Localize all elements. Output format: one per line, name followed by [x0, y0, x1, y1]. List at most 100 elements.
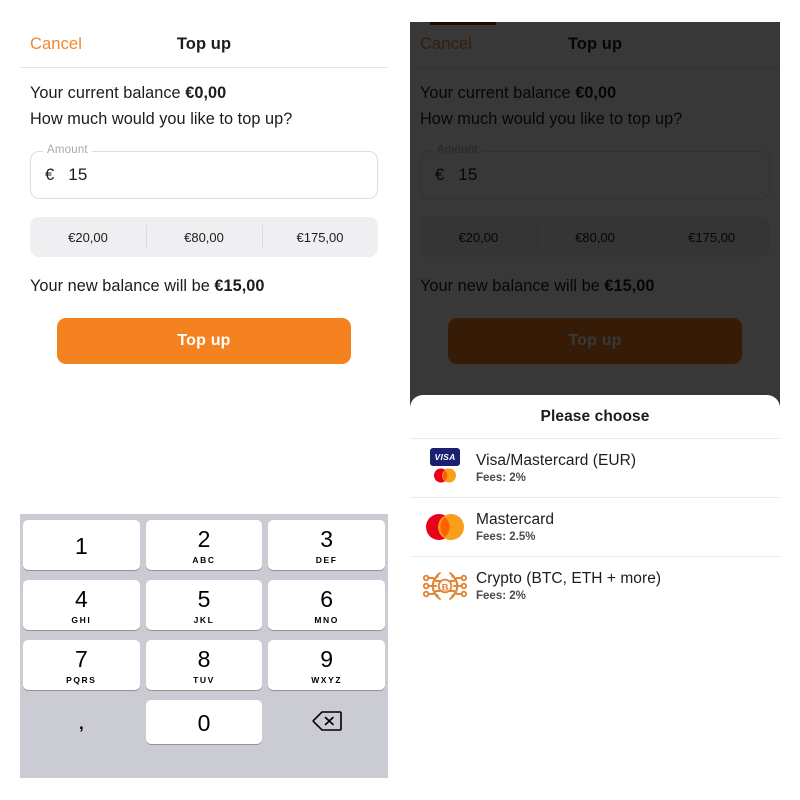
- screenshot-stage: Cancel Top up Your current balance €0,00…: [0, 0, 800, 800]
- key-letters: ABC: [192, 554, 216, 565]
- new-balance-label: Your new balance will be: [420, 277, 605, 295]
- payment-method-sheet: Please choose VISA Visa/Mastercard (EUR)…: [410, 395, 780, 778]
- payment-option-visa-mastercard[interactable]: VISA Visa/Mastercard (EUR) Fees: 2%: [410, 438, 780, 497]
- current-balance-label: Your current balance: [30, 84, 186, 102]
- quick-amount-option: €80,00: [536, 217, 654, 257]
- payment-option-mastercard[interactable]: Mastercard Fees: 2.5%: [410, 497, 780, 556]
- currency-symbol: €: [435, 165, 445, 184]
- topup-form: Your current balance €0,00 How much woul…: [20, 84, 388, 364]
- topup-screen-right-dimmed: Cancel Top up Your current balance €0,00…: [410, 22, 780, 778]
- amount-value: 15: [458, 165, 478, 184]
- quick-amount-option: €175,00: [653, 217, 770, 257]
- topup-prompt: How much would you like to top up?: [30, 110, 293, 128]
- keypad-row: 7 PQRS 8 TUV 9 WXYZ: [23, 640, 386, 690]
- quick-amount-group: €20,00 €80,00 €175,00: [420, 217, 770, 257]
- topup-screen-left: Cancel Top up Your current balance €0,00…: [20, 22, 388, 778]
- top-up-button: Top up: [448, 318, 742, 364]
- keypad-row: 1 2 ABC 3 DEF: [23, 520, 386, 570]
- amount-field-wrapper: Amount € 15: [420, 144, 770, 199]
- key-digit: 8: [197, 645, 211, 672]
- new-balance-line: Your new balance will be €15,00: [30, 277, 378, 296]
- key-digit: 7: [74, 645, 88, 672]
- sheet-title: Please choose: [540, 408, 650, 425]
- new-balance-value: €15,00: [214, 277, 265, 295]
- amount-input[interactable]: € 15: [30, 151, 378, 199]
- key-5[interactable]: 5 JKL: [145, 580, 263, 630]
- quick-amount-option[interactable]: €80,00: [146, 217, 262, 257]
- keypad-row: , 0: [23, 700, 385, 750]
- new-balance-label: Your new balance will be: [30, 277, 215, 295]
- quick-amount-option[interactable]: €175,00: [262, 217, 378, 257]
- key-backspace[interactable]: [268, 700, 385, 744]
- key-digit: 1: [74, 532, 88, 559]
- payment-option-text: Visa/Mastercard (EUR) Fees: 2%: [476, 452, 636, 484]
- navigation-bar: Cancel Top up: [410, 22, 780, 68]
- backspace-icon: [312, 710, 342, 737]
- key-7[interactable]: 7 PQRS: [23, 640, 140, 690]
- key-letters: WXYZ: [311, 674, 343, 685]
- visa-logo: VISA: [430, 448, 460, 466]
- quick-amount-option[interactable]: €20,00: [30, 217, 146, 257]
- topup-form: Your current balance €0,00 How much woul…: [410, 84, 780, 364]
- key-letters: GHI: [71, 614, 92, 625]
- visa-logo-text: VISA: [434, 452, 456, 462]
- currency-symbol: €: [45, 165, 55, 184]
- amount-input: € 15: [420, 151, 770, 199]
- mastercard-icon: [422, 507, 468, 547]
- payment-option-fees: Fees: 2.5%: [476, 531, 536, 543]
- new-balance-line: Your new balance will be €15,00: [420, 277, 770, 296]
- current-balance-value: €0,00: [185, 84, 227, 102]
- keypad-row: 4 GHI 5 JKL 6 MNO: [23, 580, 386, 630]
- key-letters: JKL: [193, 614, 215, 625]
- current-balance-line: Your current balance €0,00: [30, 84, 378, 103]
- key-8[interactable]: 8 TUV: [145, 640, 263, 690]
- svg-text:B: B: [442, 582, 449, 593]
- key-letters: MNO: [314, 614, 339, 625]
- amount-field-legend: Amount: [43, 144, 92, 156]
- numeric-keypad: 1 2 ABC 3 DEF 4 GHI 5 JKL 6 MNO 7 PQRS 8…: [20, 514, 388, 778]
- key-digit: 6: [320, 585, 334, 612]
- key-comma[interactable]: ,: [23, 700, 140, 744]
- key-0[interactable]: 0: [145, 700, 263, 744]
- key-2[interactable]: 2 ABC: [145, 520, 263, 570]
- quick-amount-group: €20,00 €80,00 €175,00: [30, 217, 378, 257]
- key-digit: 5: [197, 585, 211, 612]
- key-3[interactable]: 3 DEF: [268, 520, 386, 570]
- key-comma-label: ,: [78, 713, 84, 733]
- mastercard-mini-logo: [430, 468, 460, 488]
- cancel-button[interactable]: Cancel: [30, 35, 82, 54]
- key-letters: PQRS: [66, 674, 97, 685]
- amount-field-wrapper[interactable]: Amount € 15: [30, 144, 378, 199]
- payment-option-name: Crypto (BTC, ETH + more): [476, 570, 662, 587]
- payment-option-fees: Fees: 2%: [476, 590, 526, 602]
- new-balance-value: €15,00: [604, 277, 655, 295]
- amount-value: 15: [68, 165, 88, 184]
- key-letters: TUV: [193, 674, 215, 685]
- payment-option-text: Mastercard Fees: 2.5%: [476, 511, 554, 543]
- key-digit: 3: [320, 525, 334, 552]
- payment-option-crypto[interactable]: B Crypto (BTC, ETH + more) Fees: 2%: [410, 556, 780, 615]
- top-up-button[interactable]: Top up: [57, 318, 351, 364]
- key-digit: 4: [74, 585, 88, 612]
- key-digit: 0: [197, 709, 211, 736]
- key-1[interactable]: 1: [23, 520, 140, 570]
- navigation-bar: Cancel Top up: [20, 22, 388, 68]
- key-4[interactable]: 4 GHI: [23, 580, 140, 630]
- key-6[interactable]: 6 MNO: [268, 580, 386, 630]
- amount-field-legend: Amount: [433, 144, 482, 156]
- cancel-button[interactable]: Cancel: [420, 35, 472, 54]
- payment-option-name: Visa/Mastercard (EUR): [476, 452, 637, 469]
- payment-option-text: Crypto (BTC, ETH + more) Fees: 2%: [476, 570, 661, 602]
- quick-amount-option: €20,00: [458, 229, 499, 245]
- topup-prompt: How much would you like to top up?: [420, 110, 683, 128]
- crypto-bitcoin-icon: B: [422, 566, 468, 606]
- payment-option-name: Mastercard: [476, 511, 555, 528]
- current-balance-value: €0,00: [575, 84, 617, 102]
- key-digit: 2: [197, 525, 211, 552]
- current-balance-line: Your current balance €0,00: [420, 84, 770, 103]
- payment-option-fees: Fees: 2%: [476, 472, 526, 484]
- key-letters: DEF: [315, 554, 338, 565]
- key-digit: 9: [320, 645, 334, 672]
- visa-mastercard-icon: VISA: [422, 448, 468, 488]
- key-9[interactable]: 9 WXYZ: [268, 640, 386, 690]
